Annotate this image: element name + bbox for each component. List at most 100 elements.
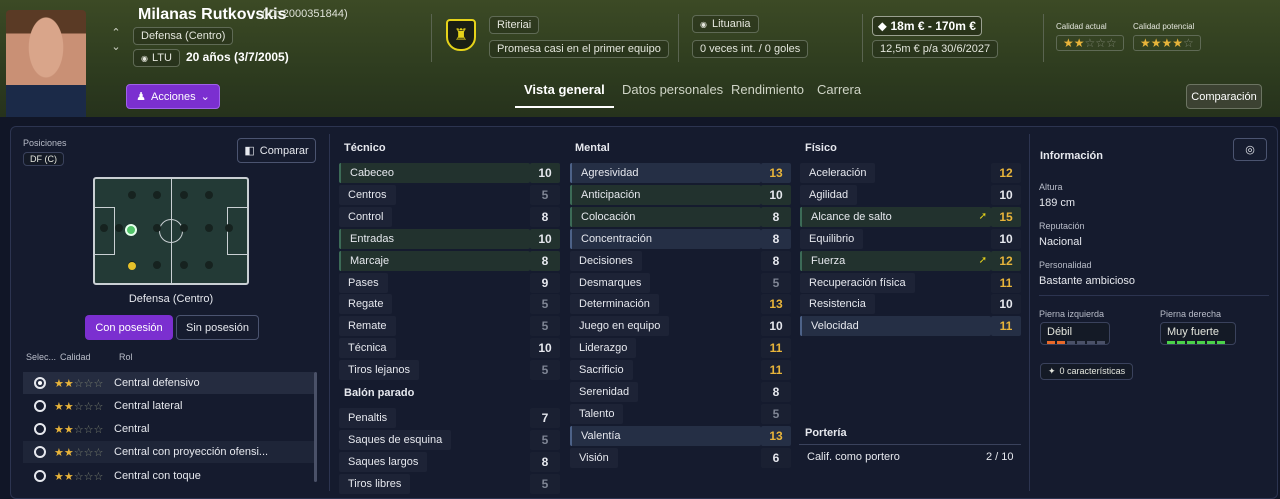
position-dot[interactable]: [180, 191, 188, 199]
attribute-name: Control: [339, 206, 393, 227]
tecnico-title: Técnico: [344, 142, 386, 154]
attribute-row[interactable]: Talento 5: [570, 403, 791, 424]
attribute-row[interactable]: Serenidad 8: [570, 382, 791, 402]
attribute-row[interactable]: Velocidad 11: [800, 316, 1021, 337]
attribute-name: Resistencia: [800, 294, 875, 315]
role-row[interactable]: ★★☆☆☆ Central lateral: [23, 395, 314, 417]
radio-selected[interactable]: [34, 377, 46, 389]
attribute-row[interactable]: Fuerza 12 ➚: [800, 250, 1021, 271]
attribute-row[interactable]: Sacrificio 11: [570, 360, 791, 381]
attribute-name: Pases: [339, 272, 388, 293]
attribute-value: 13: [761, 425, 791, 446]
attribute-value: 10: [530, 228, 560, 249]
tab-datos-personales[interactable]: Datos personales: [622, 82, 723, 108]
radio[interactable]: [34, 400, 46, 412]
attribute-row[interactable]: Cabeceo 10: [339, 163, 560, 183]
attribute-row[interactable]: Determinación 13: [570, 294, 791, 315]
attribute-value: 8: [530, 250, 560, 271]
porteria-title: Portería: [805, 427, 847, 439]
attribute-row[interactable]: Entradas 10: [339, 228, 560, 249]
attribute-row[interactable]: Concentración 8: [570, 228, 791, 249]
tab-rendimiento[interactable]: Rendimiento: [731, 82, 804, 108]
attribute-row[interactable]: Alcance de salto 15 ➚: [800, 206, 1021, 227]
with-ball-button[interactable]: Con posesión: [85, 315, 173, 340]
position-dot[interactable]: [128, 191, 136, 199]
position-dot[interactable]: [153, 224, 161, 232]
attribute-row[interactable]: Juego en equipo 10: [570, 316, 791, 337]
role-row[interactable]: ★★☆☆☆ Central con proyección ofensi...: [23, 441, 314, 463]
attribute-name: Equilibrio: [800, 228, 864, 249]
roles-scrollbar[interactable]: [314, 372, 317, 482]
attribute-row[interactable]: Visión 6: [570, 447, 791, 468]
attribute-row[interactable]: Pases 9: [339, 272, 560, 293]
current-position-dot[interactable]: [125, 224, 137, 236]
chevron-down-icon[interactable]: ⌄: [109, 40, 123, 54]
player-nav[interactable]: ⌃ ⌄: [109, 26, 123, 54]
positions-title: Posiciones: [23, 138, 67, 148]
trend-up-icon: ➚: [978, 254, 987, 266]
attribute-row[interactable]: Penaltis 7: [339, 408, 560, 428]
position-dot[interactable]: [153, 261, 161, 269]
position-dot[interactable]: [205, 224, 213, 232]
attribute-row[interactable]: Saques largos 8: [339, 451, 560, 472]
position-dot[interactable]: [205, 191, 213, 199]
attribute-value: 10: [761, 184, 791, 205]
chevron-up-icon[interactable]: ⌃: [109, 26, 123, 40]
center-circle: [159, 219, 183, 243]
position-dot[interactable]: [153, 191, 161, 199]
position-dot[interactable]: [180, 224, 188, 232]
actions-button[interactable]: ♟ Acciones ⌄: [126, 84, 220, 109]
attribute-row[interactable]: Remate 5: [339, 316, 560, 337]
attribute-row[interactable]: Marcaje 8: [339, 250, 560, 271]
position-dot[interactable]: [180, 261, 188, 269]
radio[interactable]: [34, 446, 46, 458]
radio[interactable]: [34, 470, 46, 482]
attribute-row[interactable]: Control 8: [339, 206, 560, 227]
position-dot[interactable]: [205, 261, 213, 269]
attribute-row[interactable]: Agresividad 13: [570, 163, 791, 183]
nation-chip[interactable]: ◉ Lituania: [692, 15, 759, 33]
roles-header-quality: Calidad: [60, 352, 91, 362]
compare-button[interactable]: ◧ Comparar: [237, 138, 316, 163]
attribute-row[interactable]: Liderazgo 11: [570, 338, 791, 359]
attribute-row[interactable]: Valentía 13: [570, 425, 791, 446]
traits-chip[interactable]: ✦ 0 características: [1040, 363, 1134, 380]
attribute-row[interactable]: Centros 5: [339, 184, 560, 205]
right-foot-label: Pierna derecha: [1160, 309, 1222, 319]
profile-view-button[interactable]: ◎: [1233, 138, 1267, 161]
attribute-row[interactable]: Regate 5: [339, 294, 560, 315]
attribute-row[interactable]: Recuperación física 11: [800, 272, 1021, 293]
role-row[interactable]: ★★☆☆☆ Central: [23, 418, 314, 440]
position-dot[interactable]: [225, 224, 233, 232]
attribute-row[interactable]: Decisiones 8: [570, 250, 791, 271]
attribute-name: Remate: [339, 316, 396, 337]
position-dot[interactable]: [115, 224, 123, 232]
attribute-row[interactable]: Desmarques 5: [570, 272, 791, 293]
attribute-row[interactable]: Equilibrio 10: [800, 228, 1021, 249]
tab-carrera[interactable]: Carrera: [817, 82, 861, 108]
role-row[interactable]: ★★☆☆☆ Central con toque: [23, 465, 314, 487]
position-dot[interactable]: [100, 224, 108, 232]
attribute-row[interactable]: Resistencia 10: [800, 294, 1021, 315]
comparacion-button[interactable]: Comparación: [1186, 84, 1262, 109]
attribute-value: 12: [991, 163, 1021, 183]
without-ball-button[interactable]: Sin posesión: [176, 315, 259, 340]
attribute-row[interactable]: Aceleración 12: [800, 163, 1021, 183]
attribute-row[interactable]: Anticipación 10: [570, 184, 791, 205]
radio[interactable]: [34, 423, 46, 435]
secondary-position-dot[interactable]: [128, 262, 136, 270]
club-name[interactable]: Riteriai: [489, 16, 540, 34]
altura-label: Altura: [1039, 182, 1063, 192]
attribute-row[interactable]: Agilidad 10: [800, 184, 1021, 205]
attribute-row[interactable]: Colocación 8: [570, 206, 791, 227]
tab-vista-general[interactable]: Vista general: [515, 82, 614, 108]
role-row[interactable]: ★★☆☆☆ Central defensivo: [23, 372, 314, 394]
attribute-row[interactable]: Saques de esquina 5: [339, 429, 560, 450]
attribute-row[interactable]: Tiros lejanos 5: [339, 360, 560, 381]
attribute-row[interactable]: Tiros libres 5: [339, 473, 560, 494]
attribute-value: 12: [991, 250, 1021, 271]
reputation-value: Nacional: [1039, 236, 1082, 248]
divider: [431, 14, 432, 62]
caps-chip: 0 veces int. / 0 goles: [692, 40, 809, 58]
attribute-row[interactable]: Técnica 10: [339, 338, 560, 359]
